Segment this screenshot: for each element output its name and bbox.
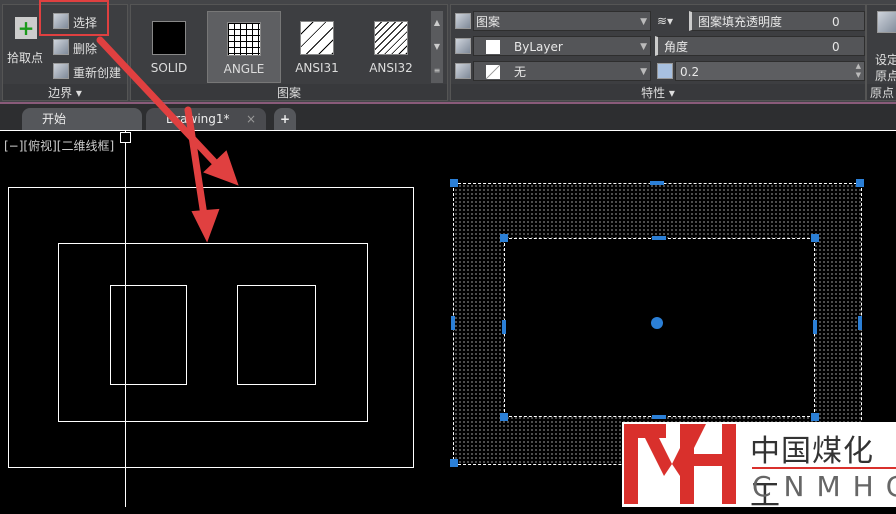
watermark-divider xyxy=(752,467,896,469)
arrow-head-icon xyxy=(191,208,220,243)
arrow-line xyxy=(96,36,226,174)
watermark: 中国煤化工 CNMHG xyxy=(622,422,896,513)
watermark-logo xyxy=(624,424,736,504)
watermark-en: CNMHG xyxy=(752,470,896,503)
arrow-line xyxy=(184,106,209,226)
